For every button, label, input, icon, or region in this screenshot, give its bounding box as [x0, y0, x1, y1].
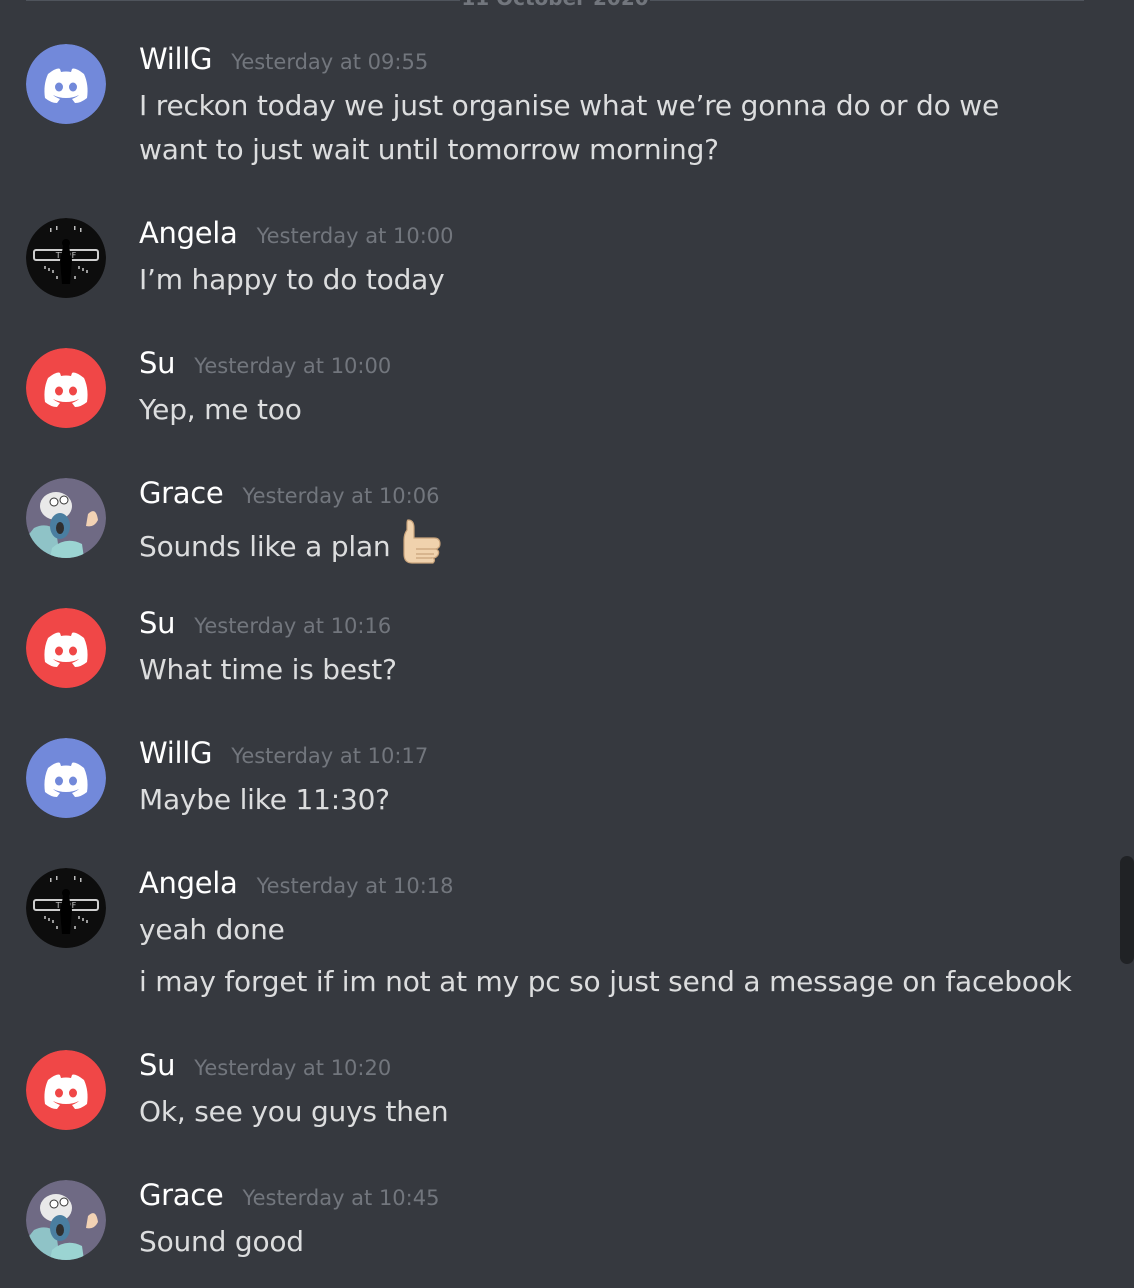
message: Grace Yesterday at 10:45 Sound good	[0, 1178, 1110, 1270]
divider-date: 11 October 2020	[26, 0, 1084, 10]
message: WillG Yesterday at 09:55 I reckon today …	[0, 42, 1110, 174]
message-text: I reckon today we just organise what we’…	[139, 89, 999, 166]
timestamp: Yesterday at 10:17	[231, 744, 429, 768]
message-header: Angela Yesterday at 10:00	[139, 216, 454, 250]
username[interactable]: Su	[139, 346, 176, 380]
message: Su Yesterday at 10:00 Yep, me too	[0, 346, 1110, 438]
date-divider: 11 October 2020	[26, 0, 1084, 10]
message-header: Su Yesterday at 10:20	[139, 1048, 391, 1082]
message-header: WillG Yesterday at 10:17	[139, 736, 428, 770]
timestamp: Yesterday at 10:20	[194, 1056, 392, 1080]
message-text-content: Sounds like a plan	[139, 530, 391, 563]
concert-photo-avatar: TTDF	[26, 868, 106, 948]
divider-line	[650, 0, 1084, 1]
message-header: Grace Yesterday at 10:45	[139, 1178, 439, 1212]
concert-photo-avatar: TTDF	[26, 218, 106, 298]
avatar[interactable]: TTDF	[26, 218, 106, 298]
message-text: What time is best?	[139, 653, 397, 686]
avatar[interactable]	[26, 348, 106, 428]
message-text: Yep, me too	[139, 393, 302, 426]
discord-blurple-icon	[26, 44, 106, 124]
timestamp: Yesterday at 10:18	[256, 874, 454, 898]
discord-red-icon	[26, 608, 106, 688]
avatar[interactable]	[26, 1050, 106, 1130]
username[interactable]: Angela	[139, 866, 238, 900]
username[interactable]: WillG	[139, 736, 212, 770]
message-text: Sound good	[139, 1225, 304, 1258]
cartoon-avatar	[26, 478, 106, 558]
username[interactable]: Grace	[139, 1178, 224, 1212]
discord-blurple-icon	[26, 738, 106, 818]
scrollbar-thumb[interactable]	[1120, 856, 1134, 964]
chat-messages: 11 October 2020 WillG Yesterday at 09:55…	[0, 0, 1134, 1288]
avatar[interactable]	[26, 1180, 106, 1260]
message-header: Su Yesterday at 10:16	[139, 606, 391, 640]
timestamp: Yesterday at 09:55	[231, 50, 429, 74]
timestamp: Yesterday at 10:16	[194, 614, 392, 638]
avatar[interactable]: TTDF	[26, 868, 106, 948]
timestamp: Yesterday at 10:45	[242, 1186, 440, 1210]
thumbs-up-icon	[398, 518, 442, 577]
message-text: I’m happy to do today	[139, 263, 445, 296]
avatar[interactable]	[26, 478, 106, 558]
message: Su Yesterday at 10:16 What time is best?	[0, 606, 1110, 698]
discord-red-icon	[26, 1050, 106, 1130]
message-text: yeah done	[139, 913, 285, 946]
message-text: Ok, see you guys then	[139, 1095, 449, 1128]
username[interactable]: Su	[139, 606, 176, 640]
message-text: i may forget if im not at my pc so just …	[139, 965, 1072, 998]
timestamp: Yesterday at 10:06	[242, 484, 440, 508]
username[interactable]: Su	[139, 1048, 176, 1082]
username[interactable]: Grace	[139, 476, 224, 510]
timestamp: Yesterday at 10:00	[256, 224, 454, 248]
discord-red-icon	[26, 348, 106, 428]
message: TTDF Angela Yesterday at 10:00 I’m happy…	[0, 216, 1110, 308]
message: Grace Yesterday at 10:06 Sounds like a p…	[0, 476, 1110, 568]
message: Su Yesterday at 10:20 Ok, see you guys t…	[0, 1048, 1110, 1140]
avatar[interactable]	[26, 44, 106, 124]
avatar[interactable]	[26, 608, 106, 688]
message: WillG Yesterday at 10:17 Maybe like 11:3…	[0, 736, 1110, 828]
message-header: Su Yesterday at 10:00	[139, 346, 391, 380]
timestamp: Yesterday at 10:00	[194, 354, 392, 378]
username[interactable]: WillG	[139, 42, 212, 76]
message-text: Sounds like a plan	[139, 518, 999, 577]
message-header: WillG Yesterday at 09:55	[139, 42, 428, 76]
avatar[interactable]	[26, 738, 106, 818]
message-header: Grace Yesterday at 10:06	[139, 476, 439, 510]
message-text: Maybe like 11:30?	[139, 783, 390, 816]
message: TTDF Angela Yesterday at 10:18 yeah done	[0, 866, 1110, 1008]
username[interactable]: Angela	[139, 216, 238, 250]
message-header: Angela Yesterday at 10:18	[139, 866, 454, 900]
cartoon-avatar	[26, 1180, 106, 1260]
